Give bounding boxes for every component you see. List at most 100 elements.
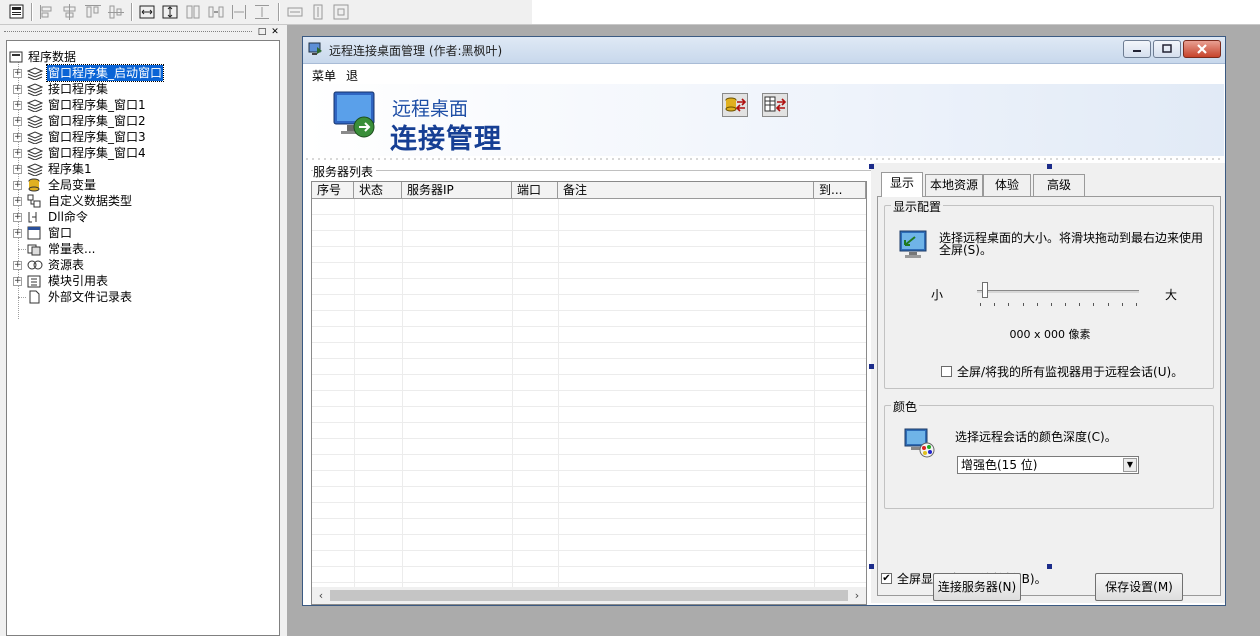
database-sync-icon[interactable] (722, 93, 748, 120)
expand-icon[interactable]: + (13, 229, 22, 238)
tree-item[interactable]: + 资源表 (13, 257, 275, 273)
chevron-down-icon[interactable]: ▼ (1123, 458, 1137, 472)
same-height-icon[interactable] (161, 3, 179, 21)
scroll-right-icon[interactable]: › (850, 588, 864, 603)
align-middle-icon[interactable] (107, 3, 125, 21)
scroll-left-icon[interactable]: ‹ (314, 588, 328, 603)
server-table-body[interactable] (312, 199, 866, 587)
expand-icon[interactable]: + (13, 149, 22, 158)
tab-1[interactable]: 本地资源 (925, 174, 983, 196)
tree-item[interactable]: + 窗口程序集_窗口4 (13, 145, 275, 161)
expand-icon[interactable]: + (13, 117, 22, 126)
form-designer[interactable]: 远程连接桌面管理 (作者:黑枫叶) 菜单 退 远程桌面 连接管理 服务器列表 序… (302, 36, 1226, 606)
tree-item[interactable]: 外部文件记录表 (13, 289, 275, 305)
tree-root[interactable]: 程序数据 (7, 49, 277, 65)
screen-size-slider-track[interactable] (977, 290, 1139, 293)
expand-icon[interactable]: + (13, 197, 22, 206)
center-both-icon[interactable] (332, 3, 350, 21)
expand-icon[interactable]: + (13, 69, 22, 78)
expand-icon[interactable]: + (13, 85, 22, 94)
column-header[interactable]: 备注 (558, 182, 814, 198)
slider-tick (1107, 303, 1109, 306)
column-header[interactable]: 服务器IP (402, 182, 512, 198)
tree-root-label: 程序数据 (28, 50, 77, 64)
same-size-icon[interactable] (184, 3, 202, 21)
all-monitors-checkbox[interactable] (941, 366, 952, 377)
expand-icon[interactable]: + (13, 101, 22, 110)
tree-item[interactable]: + 程序集1 (13, 161, 275, 177)
tab-2[interactable]: 体验 (983, 174, 1031, 196)
tab-0[interactable]: 显示 (881, 172, 923, 197)
tree-item[interactable]: + 窗口程序集_窗口1 (13, 97, 275, 113)
tree-item[interactable]: + 自定义数据类型 (13, 193, 275, 209)
expand-icon[interactable]: + (13, 213, 22, 222)
table-sync-icon[interactable] (762, 93, 788, 120)
resource-icon (27, 258, 43, 272)
selection-handle[interactable] (869, 364, 874, 369)
server-table[interactable]: 序号 状态 服务器IP 端口 备注 到... ‹ › (311, 181, 867, 605)
maximize-button[interactable] (1153, 40, 1181, 58)
column-header[interactable]: 状态 (354, 182, 402, 198)
tree-item[interactable]: + 窗口程序集_窗口2 (13, 113, 275, 129)
align-center-icon[interactable] (61, 3, 79, 21)
tree-item[interactable]: + 窗口程序集_启动窗口 (13, 64, 275, 82)
minimize-button[interactable] (1123, 40, 1151, 58)
tree-item[interactable]: + 全局变量 (13, 177, 275, 193)
align-top-icon[interactable] (84, 3, 102, 21)
data-type-icon (27, 194, 41, 208)
screen-size-slider-thumb[interactable] (982, 282, 989, 298)
tree-item-label: 窗口程序集_窗口4 (48, 146, 146, 160)
slider-tick (994, 303, 996, 306)
center-vertical-icon[interactable] (309, 3, 327, 21)
restore-panel-icon[interactable]: □ (257, 27, 267, 37)
space-horizontal-icon[interactable] (207, 3, 225, 21)
color-depth-select[interactable]: 增强色(15 位) ▼ (957, 456, 1139, 474)
close-button[interactable] (1183, 40, 1221, 58)
align-left-icon[interactable] (38, 3, 56, 21)
color-depth-value: 增强色(15 位) (961, 458, 1038, 472)
column-header[interactable]: 序号 (312, 182, 354, 198)
scrollbar-thumb[interactable] (330, 590, 848, 601)
tree-item[interactable]: + 模块引用表 (13, 273, 275, 289)
tree-item[interactable]: + Dll命令 (13, 209, 275, 225)
banner: 远程桌面 连接管理 (304, 84, 1224, 156)
monitor-icon (897, 228, 931, 265)
selection-handle[interactable] (869, 164, 874, 169)
tree-item[interactable]: + 接口程序集 (13, 81, 275, 97)
space-vertical-icon[interactable] (253, 3, 271, 21)
column-header[interactable]: 到... (814, 182, 866, 198)
menu-item-menu[interactable]: 菜单 (312, 67, 336, 84)
horizontal-scrollbar[interactable]: ‹ › (312, 587, 866, 604)
selection-handle[interactable] (869, 564, 874, 569)
file-icon (27, 290, 41, 304)
layers-icon (26, 98, 44, 113)
menu-item-exit[interactable]: 退 (346, 67, 358, 84)
tab-3[interactable]: 高级 (1033, 174, 1085, 196)
expand-icon[interactable]: + (13, 165, 22, 174)
tree-item-label: Dll命令 (48, 210, 88, 224)
tree-item[interactable]: + 窗口程序集_窗口3 (13, 129, 275, 145)
selection-handle[interactable] (1047, 564, 1052, 569)
space-even-icon[interactable] (230, 3, 248, 21)
slider-tick (1121, 303, 1123, 306)
tree-item[interactable]: + 窗口 (13, 225, 275, 241)
expand-icon[interactable]: + (13, 133, 22, 142)
form-title: 远程连接桌面管理 (作者:黑枫叶) (329, 44, 503, 58)
selection-handle[interactable] (1047, 164, 1052, 169)
column-header[interactable]: 端口 (512, 182, 558, 198)
layers-icon (26, 146, 44, 161)
connect-server-button[interactable]: 连接服务器(N) (933, 573, 1021, 601)
tree-item-label: 窗口程序集_启动窗口 (45, 64, 165, 82)
expand-icon[interactable]: + (13, 261, 22, 270)
expand-icon[interactable]: + (13, 277, 22, 286)
expand-icon[interactable]: + (13, 181, 22, 190)
close-panel-icon[interactable]: ✕ (270, 27, 280, 37)
form-icon[interactable] (8, 3, 26, 21)
tree-item[interactable]: 常量表... (13, 241, 275, 257)
show-connection-bar-checkbox[interactable]: ✔ (881, 573, 892, 584)
save-settings-button[interactable]: 保存设置(M) (1095, 573, 1183, 601)
same-width-icon[interactable] (138, 3, 156, 21)
project-tree[interactable]: 程序数据 + 窗口程序集_启动窗口 + 接口程序集 + 窗口程序集_窗口1 + 窗口程序集_窗… (6, 40, 280, 636)
center-horizontal-icon[interactable] (286, 3, 304, 21)
tree-item-label: 窗口 (48, 226, 73, 240)
